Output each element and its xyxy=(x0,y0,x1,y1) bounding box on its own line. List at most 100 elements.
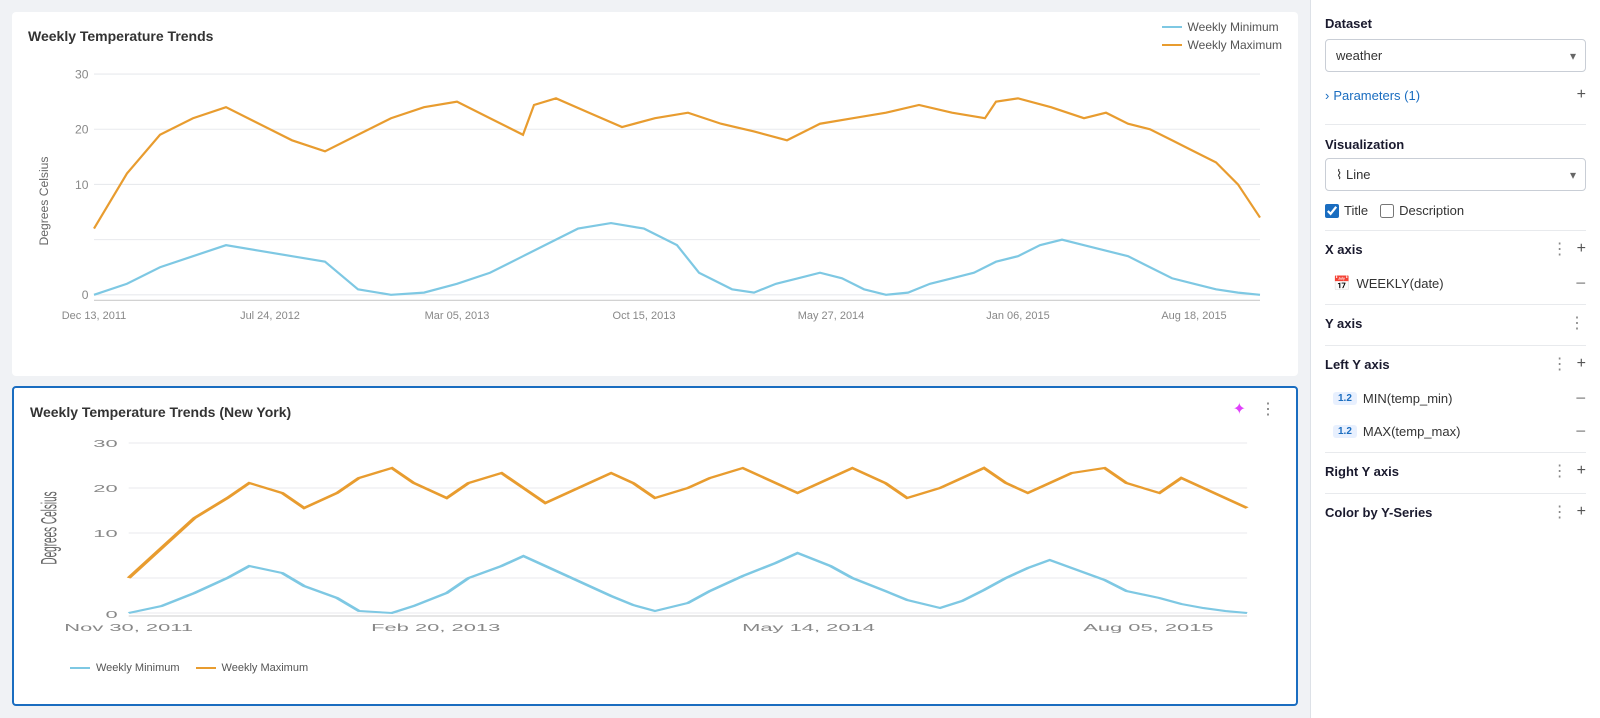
chart-controls: ✦ ⋮ xyxy=(1229,400,1280,420)
bottom-chart-svg: 30 20 10 0 Degrees Celsius Nov 30, 2011 … xyxy=(30,428,1280,658)
params-arrow-icon: › xyxy=(1325,88,1329,103)
x-axis-actions: ⋮ + xyxy=(1552,239,1586,259)
bottom-chart-title: Weekly Temperature Trends (New York) xyxy=(30,404,1280,420)
right-y-axis-section: Right Y axis ⋮ + xyxy=(1325,452,1586,489)
right-y-axis-title: Right Y axis xyxy=(1325,464,1399,479)
svg-text:0: 0 xyxy=(106,609,118,620)
dataset-select[interactable]: weather xyxy=(1325,39,1586,72)
visualization-label: Visualization xyxy=(1325,137,1404,152)
x-axis-item-left: 📅 WEEKLY(date) xyxy=(1333,275,1444,292)
right-y-axis-dots-button[interactable]: ⋮ xyxy=(1552,461,1569,481)
svg-text:Feb 20, 2013: Feb 20, 2013 xyxy=(371,622,500,633)
left-y-axis-header: Left Y axis ⋮ + xyxy=(1325,345,1586,382)
calendar-icon: 📅 xyxy=(1333,275,1350,292)
svg-text:Jul 24, 2012: Jul 24, 2012 xyxy=(240,310,300,322)
color-by-section: Color by Y-Series ⋮ + xyxy=(1325,493,1586,530)
more-options-button[interactable]: ⋮ xyxy=(1256,400,1280,420)
color-by-actions: ⋮ + xyxy=(1552,502,1586,522)
viz-select[interactable]: ⌇ Line xyxy=(1325,158,1586,191)
bottom-legend-min-line xyxy=(70,667,90,669)
legend-min: Weekly Minimum xyxy=(1162,20,1282,34)
parameters-add-button[interactable]: + xyxy=(1577,86,1586,104)
bottom-chart-legend: Weekly Minimum Weekly Maximum xyxy=(30,662,1280,674)
bottom-chart-area: 30 20 10 0 Degrees Celsius Nov 30, 2011 … xyxy=(30,428,1280,658)
dataset-label: Dataset xyxy=(1325,16,1586,31)
pin-button[interactable]: ✦ xyxy=(1229,400,1250,420)
left-y-axis-item-1-remove[interactable]: − xyxy=(1575,421,1586,442)
right-y-axis-actions: ⋮ + xyxy=(1552,461,1586,481)
description-checkbox-label[interactable]: Description xyxy=(1380,203,1464,218)
y-axis-section: Y axis ⋮ xyxy=(1325,304,1586,341)
title-checkbox-label[interactable]: Title xyxy=(1325,203,1368,218)
bottom-legend-min-label: Weekly Minimum xyxy=(96,662,180,674)
svg-text:30: 30 xyxy=(93,438,117,449)
y-axis-dots-button[interactable]: ⋮ xyxy=(1569,313,1586,333)
color-by-add-button[interactable]: + xyxy=(1577,503,1586,521)
x-axis-dots-button[interactable]: ⋮ xyxy=(1552,239,1569,259)
top-chart-svg: 30 20 10 0 Degrees Celsius Dec 13, 2011 … xyxy=(28,52,1282,350)
svg-text:Degrees Celsius: Degrees Celsius xyxy=(37,157,51,246)
x-axis-header: X axis ⋮ + xyxy=(1325,230,1586,267)
svg-text:30: 30 xyxy=(75,67,89,81)
bottom-legend-max-label: Weekly Maximum xyxy=(222,662,309,674)
legend-max-line xyxy=(1162,44,1182,46)
left-y-axis-actions: ⋮ + xyxy=(1552,354,1586,374)
svg-text:Oct 15, 2013: Oct 15, 2013 xyxy=(613,310,676,322)
svg-text:Aug 18, 2015: Aug 18, 2015 xyxy=(1161,310,1226,322)
legend-max-label: Weekly Maximum xyxy=(1188,38,1282,52)
x-axis-remove-button[interactable]: − xyxy=(1575,273,1586,294)
bottom-legend-max: Weekly Maximum xyxy=(196,662,309,674)
left-y-axis-title: Left Y axis xyxy=(1325,357,1390,372)
svg-text:10: 10 xyxy=(93,528,117,539)
left-y-axis-item-0-label: MIN(temp_min) xyxy=(1363,391,1453,406)
description-label: Description xyxy=(1399,203,1464,218)
main-content: Weekly Temperature Trends Weekly Minimum… xyxy=(0,0,1310,718)
x-axis-title: X axis xyxy=(1325,242,1363,257)
right-y-axis-add-button[interactable]: + xyxy=(1577,462,1586,480)
svg-text:Aug 05, 2015: Aug 05, 2015 xyxy=(1083,622,1213,633)
left-y-axis-add-button[interactable]: + xyxy=(1577,355,1586,373)
legend-min-line xyxy=(1162,26,1182,28)
y-axis-header: Y axis ⋮ xyxy=(1325,304,1586,341)
left-y-axis-item-0-left: 1.2 MIN(temp_min) xyxy=(1333,391,1452,406)
svg-text:10: 10 xyxy=(75,178,89,192)
parameters-row: › Parameters (1) + xyxy=(1325,86,1586,104)
left-y-axis-item-0-remove[interactable]: − xyxy=(1575,388,1586,409)
title-checkbox[interactable] xyxy=(1325,204,1339,218)
top-chart-legend: Weekly Minimum Weekly Maximum xyxy=(1162,20,1282,52)
title-desc-row: Title Description xyxy=(1325,203,1586,218)
left-y-axis-item-1-label: MAX(temp_max) xyxy=(1363,424,1461,439)
svg-text:May 14, 2014: May 14, 2014 xyxy=(742,622,875,633)
left-y-axis-section: Left Y axis ⋮ + 1.2 MIN(temp_min) − 1.2 … xyxy=(1325,345,1586,448)
left-y-axis-dots-button[interactable]: ⋮ xyxy=(1552,354,1569,374)
left-y-axis-item-1-badge: 1.2 xyxy=(1333,425,1357,438)
dataset-select-wrapper[interactable]: weather xyxy=(1325,39,1586,72)
color-by-title: Color by Y-Series xyxy=(1325,505,1432,520)
right-panel: Dataset weather › Parameters (1) + Visua… xyxy=(1310,0,1600,718)
viz-select-wrapper[interactable]: ⌇ Line xyxy=(1325,158,1586,191)
bottom-legend-max-line xyxy=(196,667,216,669)
svg-text:0: 0 xyxy=(82,288,89,302)
bottom-chart: Weekly Temperature Trends (New York) ✦ ⋮… xyxy=(12,386,1298,706)
x-axis-add-button[interactable]: + xyxy=(1577,240,1586,258)
bottom-legend-min: Weekly Minimum xyxy=(70,662,180,674)
parameters-label[interactable]: › Parameters (1) xyxy=(1325,88,1420,103)
svg-text:Mar 05, 2013: Mar 05, 2013 xyxy=(425,310,490,322)
svg-text:Degrees Celsius: Degrees Celsius xyxy=(37,491,61,564)
y-axis-title: Y axis xyxy=(1325,316,1362,331)
svg-text:May 27, 2014: May 27, 2014 xyxy=(798,310,865,322)
legend-max: Weekly Maximum xyxy=(1162,38,1282,52)
x-axis-item-label: WEEKLY(date) xyxy=(1356,276,1443,291)
right-y-axis-header: Right Y axis ⋮ + xyxy=(1325,452,1586,489)
x-axis-item: 📅 WEEKLY(date) − xyxy=(1325,267,1586,300)
svg-text:Nov 30, 2011: Nov 30, 2011 xyxy=(64,622,193,633)
top-chart-title: Weekly Temperature Trends xyxy=(28,28,1282,44)
svg-text:20: 20 xyxy=(75,123,89,137)
description-checkbox[interactable] xyxy=(1380,204,1394,218)
top-chart-area: 30 20 10 0 Degrees Celsius Dec 13, 2011 … xyxy=(28,52,1282,350)
left-y-axis-item-0-badge: 1.2 xyxy=(1333,392,1357,405)
visualization-section-row: Visualization xyxy=(1325,137,1586,152)
title-label: Title xyxy=(1344,203,1368,218)
color-by-dots-button[interactable]: ⋮ xyxy=(1552,502,1569,522)
svg-text:Jan 06, 2015: Jan 06, 2015 xyxy=(986,310,1050,322)
